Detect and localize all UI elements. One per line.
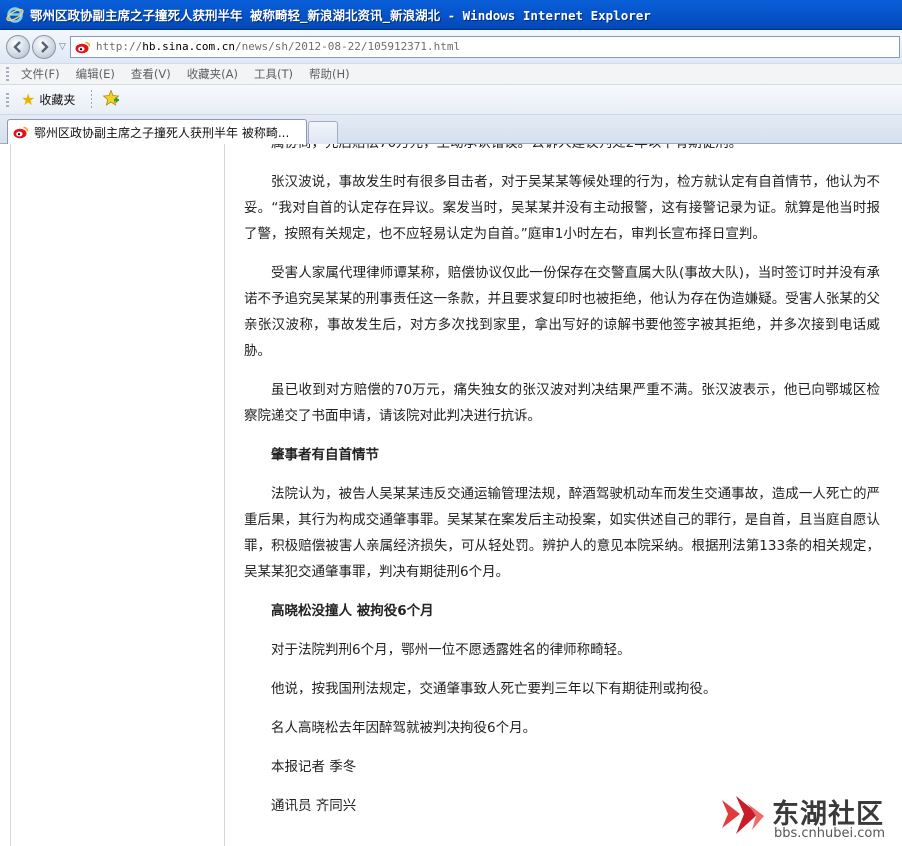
url-prefix: http://: [95, 40, 143, 53]
menu-tools[interactable]: 工具(T): [254, 66, 293, 82]
sina-favicon-icon: [75, 40, 91, 54]
tab-title: 鄂州区政协副主席之子撞死人获刑半年 被称畸...: [34, 125, 290, 140]
add-to-favorites-bar-icon[interactable]: [102, 88, 120, 111]
article-body: 属协商，先后赔偿70万元，主动承认错误。公诉人建议判处2年以下有期徒刑。 张汉波…: [244, 144, 880, 832]
sina-tab-favicon-icon: [13, 125, 29, 139]
menu-edit[interactable]: 编辑(E): [76, 66, 115, 82]
article-paragraph: 张汉波说，事故发生时有很多目击者，对于吴某某等候处理的行为，检方就认定有自首情节…: [244, 174, 880, 242]
favorites-label: 收藏夹: [39, 93, 76, 107]
watermark-site: bbs.cnhubei.com: [774, 826, 886, 841]
menu-view[interactable]: 查看(V): [131, 66, 171, 82]
tab-bar: 鄂州区政协副主席之子撞死人获刑半年 被称畸...: [0, 115, 902, 144]
divider: [224, 144, 225, 846]
menu-favorites[interactable]: 收藏夹(A): [187, 66, 238, 82]
tab-active[interactable]: 鄂州区政协副主席之子撞死人获刑半年 被称畸...: [7, 119, 307, 144]
article-subheading: 高晓松没撞人 被拘役6个月: [271, 603, 434, 619]
favorites-bar: ★ 收藏夹: [0, 85, 902, 115]
favorites-button[interactable]: ★ 收藏夹: [21, 90, 75, 109]
divider: [10, 144, 11, 846]
window-title: 鄂州区政协副主席之子撞死人获刑半年 被称畸轻_新浪湖北资讯_新浪湖北 - Win…: [30, 8, 651, 23]
article-paragraph: 受害人家属代理律师谭某称，赔偿协议仅此一份保存在交警直属大队(事故大队)，当时签…: [244, 265, 880, 359]
toolbar-grip[interactable]: [6, 67, 9, 81]
internet-explorer-icon: [6, 6, 24, 24]
address-bar[interactable]: http://hb.sina.com.cn/news/sh/2012-08-22…: [69, 35, 900, 58]
forward-button[interactable]: [32, 34, 56, 59]
page-content: 属协商，先后赔偿70万元，主动承认错误。公诉人建议判处2年以下有期徒刑。 张汉波…: [0, 144, 902, 846]
window-title-bar: 鄂州区政协副主席之子撞死人获刑半年 被称畸轻_新浪湖北资讯_新浪湖北 - Win…: [0, 0, 902, 30]
article-subheading: 肇事者有自首情节: [271, 447, 379, 463]
url-host: hb.sina.com.cn: [142, 40, 235, 53]
url-path: /news/sh/2012-08-22/105912371.html: [235, 40, 461, 53]
star-icon: ★: [21, 90, 36, 109]
article-paragraph: 名人高晓松去年因醉驾就被判决拘役6个月。: [271, 720, 537, 736]
recent-pages-dropdown-icon[interactable]: ▽: [59, 42, 66, 52]
donghu-logo-icon: [722, 796, 764, 834]
arrow-right-icon: [41, 40, 49, 53]
watermark: 东湖社区 bbs.cnhubei.com: [718, 790, 898, 846]
url-text[interactable]: http://hb.sina.com.cn/news/sh/2012-08-22…: [96, 40, 460, 53]
favorites-grip[interactable]: [6, 92, 9, 107]
article-paragraph: 虽已收到对方赔偿的70万元，痛失独女的张汉波对判决结果严重不满。张汉波表示，他已…: [244, 382, 880, 424]
menu-help[interactable]: 帮助(H): [309, 66, 350, 82]
article-byline: 本报记者 季冬: [271, 759, 357, 775]
new-tab-button[interactable]: [308, 121, 338, 144]
address-row: ▽ http://hb.sina.com.cn/news/sh/2012-08-…: [0, 30, 902, 63]
back-button[interactable]: [6, 34, 30, 59]
article-paragraph: 法院认为，被告人吴某某违反交通运输管理法规，醉酒驾驶机动车而发生交通事故，造成一…: [244, 486, 880, 580]
menu-file[interactable]: 文件(F): [21, 66, 60, 82]
article-paragraph: 对于法院判刑6个月，鄂州一位不愿透露姓名的律师称畸轻。: [271, 642, 631, 658]
favorites-separator: [91, 89, 93, 110]
article-paragraph: 属协商，先后赔偿70万元，主动承认错误。公诉人建议判处2年以下有期徒刑。: [244, 144, 880, 156]
menu-bar: 文件(F) 编辑(E) 查看(V) 收藏夹(A) 工具(T) 帮助(H): [0, 63, 902, 85]
arrow-left-icon: [13, 40, 21, 53]
article-paragraph: 他说，按我国刑法规定，交通肇事致人死亡要判三年以下有期徒刑或拘役。: [271, 681, 717, 697]
